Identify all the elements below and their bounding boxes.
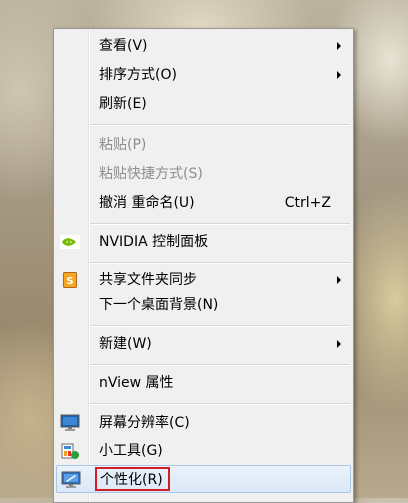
menu-item-shortcut: Ctrl+Z <box>284 195 331 211</box>
menu-item-label: 排序方式(O) <box>99 67 177 83</box>
menu-separator <box>90 124 350 125</box>
submenu-arrow-icon <box>337 340 341 348</box>
menu-item-personalize[interactable]: 个性化(R) <box>56 465 351 493</box>
menu-separator <box>90 223 350 224</box>
menu-item-label: 小工具(G) <box>99 443 163 459</box>
menu-item-label: 共享文件夹同步 <box>99 272 197 288</box>
menu-item-refresh[interactable]: 刷新(E) <box>56 90 351 118</box>
sync-share-icon: S <box>60 270 80 290</box>
submenu-arrow-icon <box>337 276 341 284</box>
menu-item-label: 新建(W) <box>99 336 152 352</box>
menu-item-paste[interactable]: 粘贴(P) <box>56 131 351 159</box>
menu-item-undo-rename[interactable]: 撤消 重命名(U) Ctrl+Z <box>56 189 351 217</box>
menu-item-paste-shortcut[interactable]: 粘贴快捷方式(S) <box>56 160 351 188</box>
menu-separator <box>90 403 350 404</box>
screen-resolution-icon <box>60 413 80 433</box>
menu-item-label: NVIDIA 控制面板 <box>99 234 209 250</box>
menu-item-label: nView 属性 <box>99 375 174 391</box>
menu-item-sort-by[interactable]: 排序方式(O) <box>56 61 351 89</box>
menu-item-screen-resolution[interactable]: 屏幕分辨率(C) <box>56 409 351 437</box>
nvidia-icon <box>60 232 80 252</box>
menu-separator <box>90 325 350 326</box>
menu-item-label: 粘贴快捷方式(S) <box>99 166 203 182</box>
menu-item-label: 撤消 重命名(U) <box>99 195 195 211</box>
highlight-annotation-box <box>95 467 170 491</box>
submenu-arrow-icon <box>337 42 341 50</box>
menu-item-label: 屏幕分辨率(C) <box>99 415 190 431</box>
menu-item-label: 粘贴(P) <box>99 137 147 153</box>
menu-item-nview-properties[interactable]: nView 属性 <box>56 369 351 397</box>
menu-item-nvidia-control-panel[interactable]: NVIDIA 控制面板 <box>56 228 351 256</box>
gadgets-icon <box>60 441 80 461</box>
menu-separator <box>90 364 350 365</box>
menu-item-new[interactable]: 新建(W) <box>56 330 351 358</box>
menu-item-shared-folder-sync[interactable]: S 共享文件夹同步 <box>56 266 351 294</box>
menu-item-label: 下一个桌面背景(N) <box>99 297 219 313</box>
menu-item-label: 刷新(E) <box>99 96 147 112</box>
menu-item-label: 查看(V) <box>99 38 148 54</box>
menu-item-next-desktop-background[interactable]: 下一个桌面背景(N) <box>56 291 351 319</box>
menu-item-view[interactable]: 查看(V) <box>56 32 351 60</box>
menu-separator <box>90 262 350 263</box>
personalize-icon <box>61 470 81 490</box>
menu-item-gadgets[interactable]: 小工具(G) <box>56 437 351 465</box>
desktop-context-menu: 查看(V) 排序方式(O) 刷新(E) 粘贴(P) 粘贴快捷方式(S) 撤消 重… <box>53 28 354 503</box>
submenu-arrow-icon <box>337 71 341 79</box>
svg-text:S: S <box>66 276 73 287</box>
